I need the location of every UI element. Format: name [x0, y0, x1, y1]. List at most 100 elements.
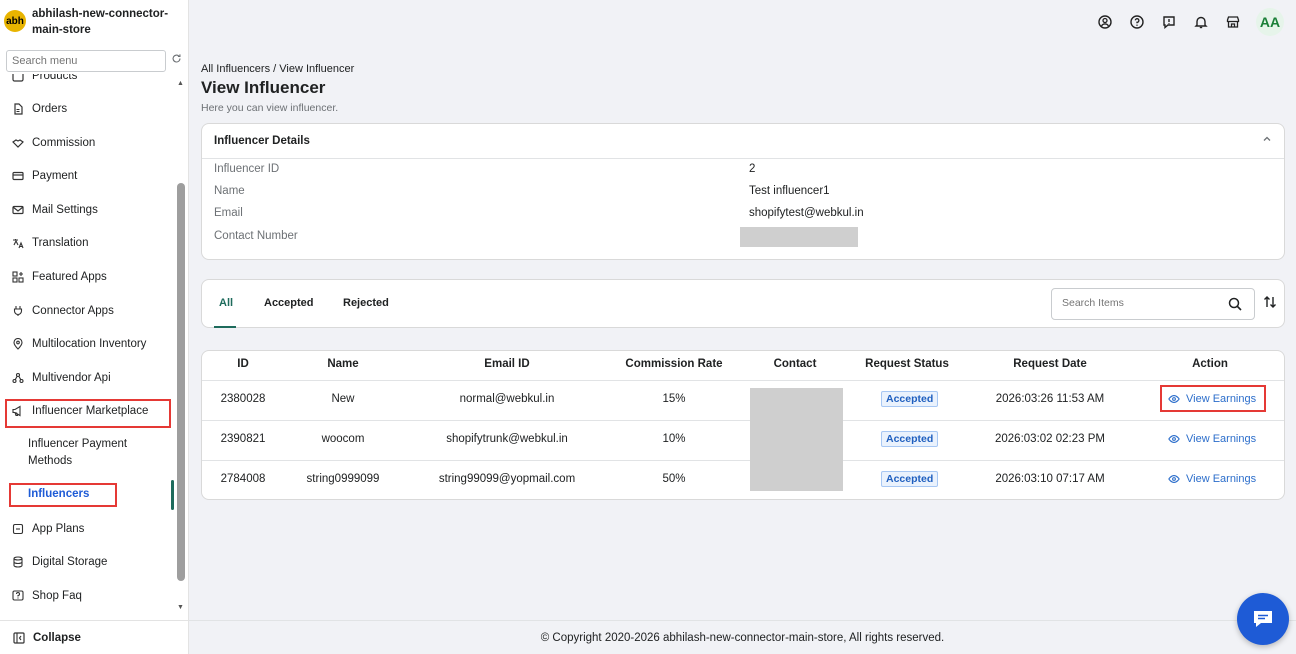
sidebar-item-label: Connector Apps: [32, 305, 114, 317]
network-icon: [12, 372, 24, 384]
chevron-up-icon[interactable]: [1262, 134, 1272, 147]
chat-button[interactable]: [1237, 593, 1289, 645]
sidebar-item-label: Digital Storage: [32, 556, 108, 568]
search-items-box[interactable]: [1051, 288, 1255, 320]
sidebar-item-orders[interactable]: Orders: [0, 94, 176, 124]
sidebar-item-featured-apps[interactable]: Featured Apps: [0, 262, 176, 292]
view-earnings-link[interactable]: View Earnings: [1168, 433, 1256, 445]
plans-icon: [12, 523, 24, 535]
sidebar-item-commission[interactable]: Commission: [0, 128, 176, 158]
sidebar-subitem-influencer-payment-methods[interactable]: Influencer Payment Methods: [28, 436, 158, 470]
cell-name: New: [331, 393, 355, 405]
search-menu-input[interactable]: [6, 50, 166, 72]
field-value-email: shopifytest@webkul.in: [749, 207, 864, 219]
details-title: Influencer Details: [214, 135, 310, 147]
box-icon: [12, 74, 24, 82]
redacted-contact-number: [740, 227, 858, 247]
handshake-icon: [12, 137, 24, 149]
highlight-view-earnings: [1160, 385, 1266, 412]
sidebar-item-label: Commission: [32, 137, 96, 149]
column-header-commission-rate: Commission Rate: [625, 358, 723, 370]
sidebar-item-app-plans[interactable]: App Plans: [0, 514, 176, 544]
cell-id: 2390821: [220, 433, 266, 445]
sidebar-item-shop-faq[interactable]: Shop Faq: [0, 581, 176, 611]
search-items-input[interactable]: [1062, 289, 1222, 317]
sidebar-item-mail-settings[interactable]: Mail Settings: [0, 195, 176, 225]
page-subtitle: Here you can view influencer.: [201, 102, 339, 114]
cell-email: string99099@yopmail.com: [438, 473, 576, 485]
divider: [202, 380, 1284, 381]
refresh-icon[interactable]: [171, 53, 182, 67]
view-earnings-link[interactable]: View Earnings: [1168, 473, 1256, 485]
cell-id: 2784008: [220, 473, 266, 485]
sidebar-item-label: Orders: [32, 103, 68, 115]
mail-icon: [12, 204, 24, 216]
highlight-influencer-marketplace: [5, 399, 171, 428]
column-header-request-status: Request Status: [865, 358, 949, 370]
cell-name: string0999099: [306, 473, 380, 485]
cell-name: woocom: [321, 433, 365, 445]
top-bar-icons: AA: [1096, 8, 1284, 36]
view-earnings-label: View Earnings: [1186, 433, 1257, 445]
card-icon: [12, 170, 24, 182]
sidebar-item-translation[interactable]: Translation: [0, 228, 176, 258]
eye-icon: [1168, 475, 1180, 483]
sidebar-item-payment[interactable]: Payment: [0, 161, 176, 191]
tab-rejected[interactable]: Rejected: [343, 297, 389, 309]
cell-id: 2380028: [220, 393, 266, 405]
status-badge: Accepted: [881, 391, 939, 407]
cell-commission-rate: 15%: [662, 393, 686, 405]
column-header-id: ID: [237, 358, 249, 370]
sidebar-item-multivendor-api[interactable]: Multivendor Api: [0, 363, 176, 393]
chat-icon: [1254, 611, 1272, 627]
user-circle-icon[interactable]: [1096, 13, 1114, 31]
sidebar-item-products[interactable]: Products: [0, 74, 176, 91]
search-icon[interactable]: [1228, 297, 1242, 314]
feedback-icon[interactable]: [1160, 13, 1178, 31]
highlight-influencers: [9, 483, 117, 507]
sidebar-menu: Products Orders Commission Payment Mail …: [0, 74, 176, 620]
field-label-influencer-id: Influencer ID: [214, 163, 280, 175]
store-icon[interactable]: [1224, 13, 1242, 31]
sort-icon[interactable]: [1263, 295, 1277, 312]
status-badge: Accepted: [881, 431, 939, 447]
help-icon[interactable]: [1128, 13, 1146, 31]
page-title: View Influencer: [201, 78, 326, 97]
sidebar-item-label: Multilocation Inventory: [32, 338, 147, 350]
breadcrumb[interactable]: All Influencers / View Influencer: [201, 63, 354, 75]
sidebar-item-label: Payment: [32, 170, 78, 182]
avatar[interactable]: AA: [1256, 8, 1284, 36]
cell-commission-rate: 10%: [662, 433, 686, 445]
location-icon: [12, 338, 24, 350]
sidebar-item-connector-apps[interactable]: Connector Apps: [0, 296, 176, 326]
column-header-contact: Contact: [773, 358, 817, 370]
scroll-up-arrow-icon[interactable]: ▲: [177, 80, 184, 87]
sidebar-scrollbar-thumb[interactable]: [177, 183, 185, 581]
redacted-contact-column: [750, 388, 843, 491]
scroll-down-arrow-icon[interactable]: ▼: [177, 604, 184, 611]
translate-icon: [12, 237, 24, 249]
tab-all-underline: [214, 326, 236, 328]
database-icon: [12, 556, 24, 568]
field-label-contact-number: Contact Number: [214, 230, 298, 242]
cell-commission-rate: 50%: [662, 473, 686, 485]
collapse-label: Collapse: [33, 631, 81, 644]
tab-accepted[interactable]: Accepted: [264, 297, 314, 309]
bell-icon[interactable]: [1192, 13, 1210, 31]
tab-all[interactable]: All: [219, 297, 233, 309]
apps-icon: [12, 271, 24, 283]
field-value-influencer-id: 2: [749, 163, 756, 175]
document-icon: [12, 103, 24, 115]
sidebar-item-multilocation-inventory[interactable]: Multilocation Inventory: [0, 329, 176, 359]
store-header[interactable]: abh abhilash-new-connector-main-store: [4, 6, 182, 38]
column-header-request-date: Request Date: [1013, 358, 1087, 370]
sidebar-item-label: App Plans: [32, 523, 85, 535]
sidebar-item-digital-storage[interactable]: Digital Storage: [0, 547, 176, 577]
influencer-details-card: Influencer Details Influencer ID 2 Name …: [201, 123, 1285, 260]
sidebar-item-label: Mail Settings: [32, 204, 98, 216]
collapse-button[interactable]: Collapse: [0, 620, 189, 654]
field-label-name: Name: [214, 185, 245, 197]
sidebar: abh abhilash-new-connector-main-store Pr…: [0, 0, 189, 654]
influencers-table: ID Name Email ID Commission Rate Contact…: [201, 350, 1285, 500]
field-value-name: Test influencer1: [749, 185, 830, 197]
